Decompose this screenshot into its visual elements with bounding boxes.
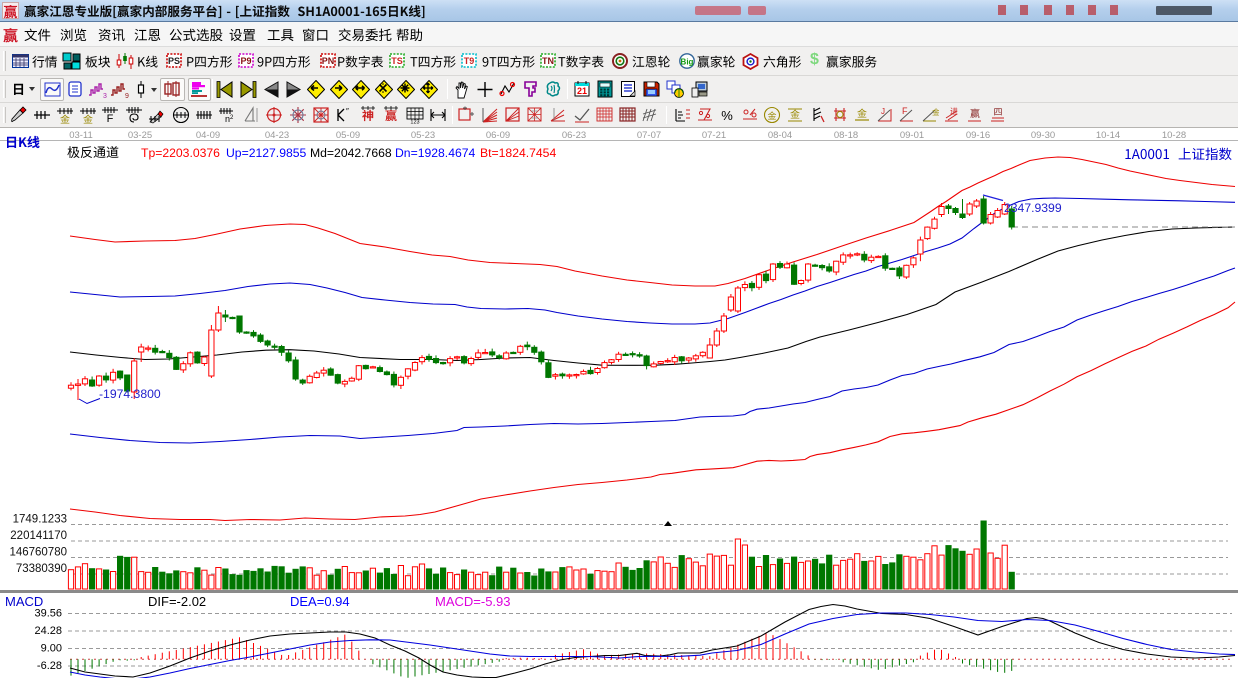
svg-text:n2: n2 — [225, 114, 234, 124]
svg-text:DIF=-2.02: DIF=-2.02 — [148, 594, 206, 609]
svg-text:03-25: 03-25 — [128, 130, 152, 141]
svg-text:Tp=2203.0376: Tp=2203.0376 — [141, 146, 220, 160]
svg-text:08-04: 08-04 — [768, 130, 792, 141]
svg-text:08-18: 08-18 — [834, 130, 858, 141]
svg-text:F: F — [902, 106, 908, 116]
svg-text:07-07: 07-07 — [637, 130, 661, 141]
svg-text:05-09: 05-09 — [336, 130, 360, 141]
svg-text:Up=2127.9855: Up=2127.9855 — [226, 146, 307, 160]
svg-text:1749.1233: 1749.1233 — [13, 514, 67, 526]
svg-text:F: F — [107, 113, 114, 124]
svg-text:MACD=-5.93: MACD=-5.93 — [435, 594, 511, 609]
svg-text:09-01: 09-01 — [900, 130, 924, 141]
svg-text:146760780: 146760780 — [9, 547, 67, 559]
svg-text:9.00: 9.00 — [41, 643, 62, 655]
svg-text:09-16: 09-16 — [966, 130, 990, 141]
svg-text:Dn=1928.4674: Dn=1928.4674 — [395, 146, 476, 160]
svg-text:10-14: 10-14 — [1096, 130, 1120, 141]
svg-text:3: 3 — [103, 93, 107, 99]
svg-text:73380390: 73380390 — [16, 563, 67, 575]
svg-text:21: 21 — [577, 86, 587, 96]
svg-text:2347.9399: 2347.9399 — [1004, 201, 1062, 215]
svg-text:″: ″ — [346, 107, 349, 116]
svg-text:10-28: 10-28 — [1162, 130, 1186, 141]
svg-text:-6.28: -6.28 — [37, 660, 62, 672]
svg-text:39.56: 39.56 — [34, 608, 62, 620]
svg-text:Bt=1824.7454: Bt=1824.7454 — [480, 146, 556, 160]
svg-text:%: % — [721, 108, 733, 123]
svg-text:123: 123 — [410, 120, 419, 125]
svg-text:03-11: 03-11 — [69, 130, 93, 141]
svg-text:9: 9 — [125, 93, 129, 99]
svg-text:DEA=0.94: DEA=0.94 — [290, 594, 350, 609]
svg-text:04-09: 04-09 — [196, 130, 220, 141]
svg-text:06-23: 06-23 — [562, 130, 586, 141]
svg-text:Md=2042.7668: Md=2042.7668 — [310, 146, 392, 160]
svg-text:-1974.3800: -1974.3800 — [99, 387, 161, 401]
svg-text:24.28: 24.28 — [34, 625, 62, 637]
svg-text:05-23: 05-23 — [411, 130, 435, 141]
svg-text:220141170: 220141170 — [10, 530, 67, 542]
svg-text:06-09: 06-09 — [486, 130, 510, 141]
svg-text:09-30: 09-30 — [1031, 130, 1055, 141]
svg-text:07-21: 07-21 — [702, 130, 726, 141]
svg-text:J: J — [881, 107, 885, 116]
svg-text:04-23: 04-23 — [265, 130, 289, 141]
